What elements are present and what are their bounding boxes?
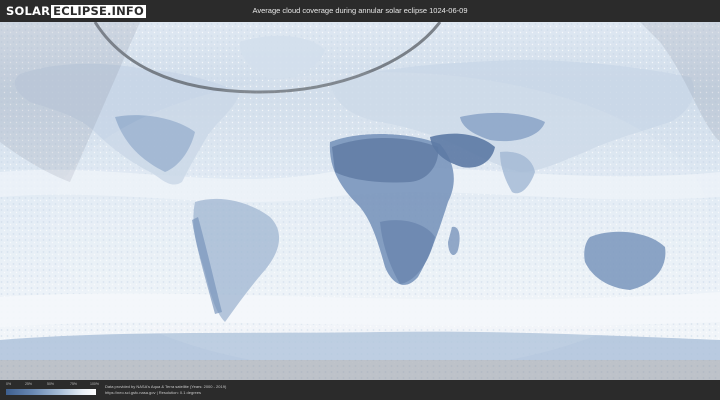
logo-text-eclipse-info: ECLIPSE.INFO bbox=[51, 3, 146, 18]
site-logo[interactable]: SOLAR ECLIPSE.INFO bbox=[6, 4, 146, 18]
credit-line-link[interactable]: https://neo.sci.gsfc.nasa.gov | Resoluti… bbox=[105, 390, 226, 396]
legend-tick: 0% bbox=[6, 382, 12, 386]
world-map-svg bbox=[0, 22, 720, 380]
cloud-legend: 0% 25% 50% 75% 100% bbox=[6, 382, 99, 398]
legend-tick: 75% bbox=[70, 382, 78, 386]
legend-ticks: 0% 25% 50% 75% 100% bbox=[6, 382, 99, 389]
map-bottom-shade bbox=[0, 360, 720, 380]
legend-gradient-bar bbox=[6, 389, 96, 395]
header-bar: SOLAR ECLIPSE.INFO Average cloud coverag… bbox=[0, 0, 720, 22]
legend-tick: 100% bbox=[90, 382, 99, 386]
page-title: Average cloud coverage during annular so… bbox=[252, 6, 468, 15]
legend-tick: 50% bbox=[47, 382, 55, 386]
data-credits: Data provided by NASA's Aqua & Terra sat… bbox=[105, 384, 226, 396]
legend-tick: 25% bbox=[25, 382, 33, 386]
footer-bar: 0% 25% 50% 75% 100% Data provided by NAS… bbox=[0, 380, 720, 400]
penumbra-region bbox=[50, 72, 710, 372]
logo-text-solar: SOLAR bbox=[6, 4, 51, 18]
cloud-coverage-map bbox=[0, 22, 720, 380]
